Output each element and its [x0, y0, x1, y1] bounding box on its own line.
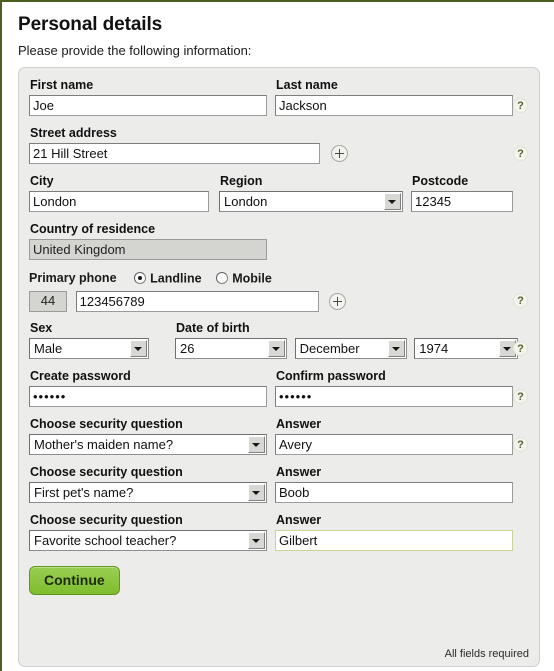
plus-icon-street[interactable] — [330, 145, 348, 162]
region-select-value: London — [224, 194, 268, 209]
dob-year-select[interactable]: 1974 — [414, 338, 519, 359]
radio-landline-label: Landline — [150, 271, 202, 286]
security-question-3-value: Favorite school teacher? — [34, 533, 177, 548]
create-password-label: Create password — [30, 369, 131, 383]
radio-mobile[interactable]: Mobile — [216, 270, 272, 286]
radio-landline-dot[interactable] — [134, 272, 147, 285]
page-title: Personal details — [18, 14, 163, 35]
chevron-down-icon-dob-day[interactable] — [268, 340, 285, 357]
all-fields-required-note: All fields required — [444, 648, 529, 660]
phone-country-prefix: 44 — [29, 291, 67, 312]
plus-icon-phone[interactable] — [329, 293, 347, 310]
help-icon-street-address[interactable]: ? — [513, 146, 528, 161]
chevron-down-icon-security-2[interactable] — [248, 484, 265, 501]
create-password-input[interactable]: •••••• — [29, 386, 267, 407]
security-question-2-select[interactable]: First pet's name? — [29, 482, 267, 503]
chevron-down-icon-region[interactable] — [384, 193, 401, 210]
row-security-question-3: Choose security question Favorite school… — [29, 512, 529, 554]
street-address-label: Street address — [30, 126, 117, 140]
region-label: Region — [220, 174, 263, 188]
radio-mobile-dot[interactable] — [216, 272, 229, 285]
chevron-down-icon-sex[interactable] — [130, 340, 147, 357]
security-answer-1-label: Answer — [276, 417, 322, 431]
region-select[interactable]: London — [219, 191, 403, 212]
city-label: City — [30, 174, 54, 188]
chevron-down-icon-security-3[interactable] — [248, 532, 265, 549]
row-country: Country of residence United Kingdom — [29, 221, 529, 263]
security-question-3-label: Choose security question — [30, 513, 183, 527]
row-city-region-postcode: City London Region London Postcode 12345 — [29, 173, 529, 215]
dob-day-select[interactable]: 26 — [175, 338, 287, 359]
help-icon-dob[interactable]: ? — [513, 341, 528, 356]
help-icon-phone[interactable]: ? — [513, 293, 528, 308]
street-address-input[interactable]: 21 Hill Street — [29, 143, 320, 164]
city-input[interactable]: London — [29, 191, 209, 212]
chevron-down-icon-dob-month[interactable] — [387, 340, 405, 357]
country-input: United Kingdom — [29, 239, 267, 260]
sex-select[interactable]: Male — [29, 338, 149, 359]
security-question-1-value: Mother's maiden name? — [34, 437, 174, 452]
help-icon-security[interactable]: ? — [513, 437, 528, 452]
confirm-password-input[interactable]: •••••• — [275, 386, 513, 407]
row-security-question-2: Choose security question First pet's nam… — [29, 464, 529, 506]
row-sex-dob: Sex Male Date of birth 26 December 1974 … — [29, 320, 529, 362]
chevron-down-icon-security-1[interactable] — [248, 436, 265, 453]
phone-number-input[interactable]: 123456789 — [75, 291, 319, 312]
first-name-label: First name — [30, 78, 94, 92]
personal-details-fieldset: First name Joe Last name Jackson ? Stree… — [18, 67, 540, 667]
security-question-1-label: Choose security question — [30, 417, 183, 431]
first-name-input[interactable]: Joe — [29, 95, 267, 116]
last-name-label: Last name — [276, 78, 338, 92]
page-intro: Please provide the following information… — [18, 43, 252, 58]
primary-phone-label: Primary phone — [29, 270, 117, 285]
row-security-question-1: Choose security question Mother's maiden… — [29, 416, 529, 458]
security-question-3-select[interactable]: Favorite school teacher? — [29, 530, 267, 551]
security-answer-3-input[interactable]: Gilbert — [275, 530, 513, 551]
confirm-password-label: Confirm password — [276, 369, 386, 383]
security-answer-3-label: Answer — [276, 513, 322, 527]
dob-month-select[interactable]: December — [294, 338, 407, 359]
dob-label: Date of birth — [176, 321, 250, 335]
country-label: Country of residence — [30, 222, 156, 236]
security-answer-1-input[interactable]: Avery — [275, 434, 513, 455]
row-primary-phone: Primary phone Landline Mobile 44 1234567… — [29, 269, 529, 314]
last-name-input[interactable]: Jackson — [275, 95, 513, 116]
security-answer-2-input[interactable]: Boob — [275, 482, 513, 503]
sex-label: Sex — [30, 321, 53, 335]
row-submit: Continue — [29, 566, 529, 610]
security-question-1-select[interactable]: Mother's maiden name? — [29, 434, 267, 455]
continue-button[interactable]: Continue — [29, 566, 120, 595]
postcode-input[interactable]: 12345 — [411, 191, 513, 212]
security-answer-2-label: Answer — [276, 465, 322, 479]
help-icon-name[interactable]: ? — [513, 98, 528, 113]
security-question-2-value: First pet's name? — [34, 485, 134, 500]
row-passwords: Create password •••••• Confirm password … — [29, 368, 529, 410]
row-name: First name Joe Last name Jackson ? — [29, 77, 529, 119]
help-icon-password[interactable]: ? — [513, 389, 528, 404]
row-street-address: Street address 21 Hill Street ? — [29, 125, 529, 167]
postcode-label: Postcode — [412, 174, 469, 188]
registration-page: Personal details Please provide the foll… — [0, 0, 554, 671]
radio-landline[interactable]: Landline — [134, 270, 202, 286]
security-question-2-label: Choose security question — [30, 465, 183, 479]
radio-mobile-label: Mobile — [232, 271, 272, 286]
